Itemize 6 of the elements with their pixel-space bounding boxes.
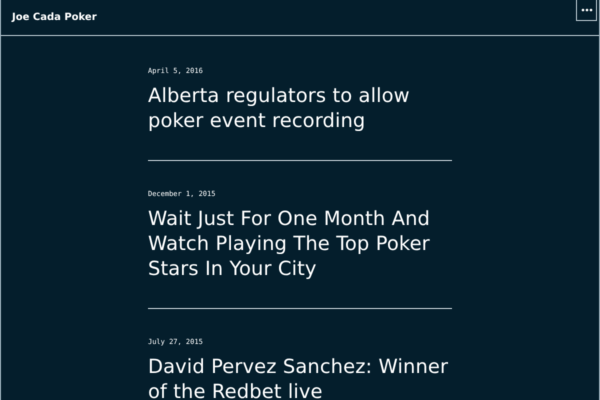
site-title[interactable]: Joe Cada Poker	[12, 12, 97, 23]
more-dots-icon	[580, 8, 592, 12]
menu-button[interactable]	[576, 0, 597, 21]
post-title[interactable]: Wait Just For One Month And Watch Playing The Top Poker Stars In Your City	[148, 206, 452, 281]
post-title[interactable]: Alberta regulators to allow poker event recording	[148, 83, 452, 133]
post-title[interactable]: David Pervez Sanchez: Winner of the Redbet live	[148, 354, 452, 400]
